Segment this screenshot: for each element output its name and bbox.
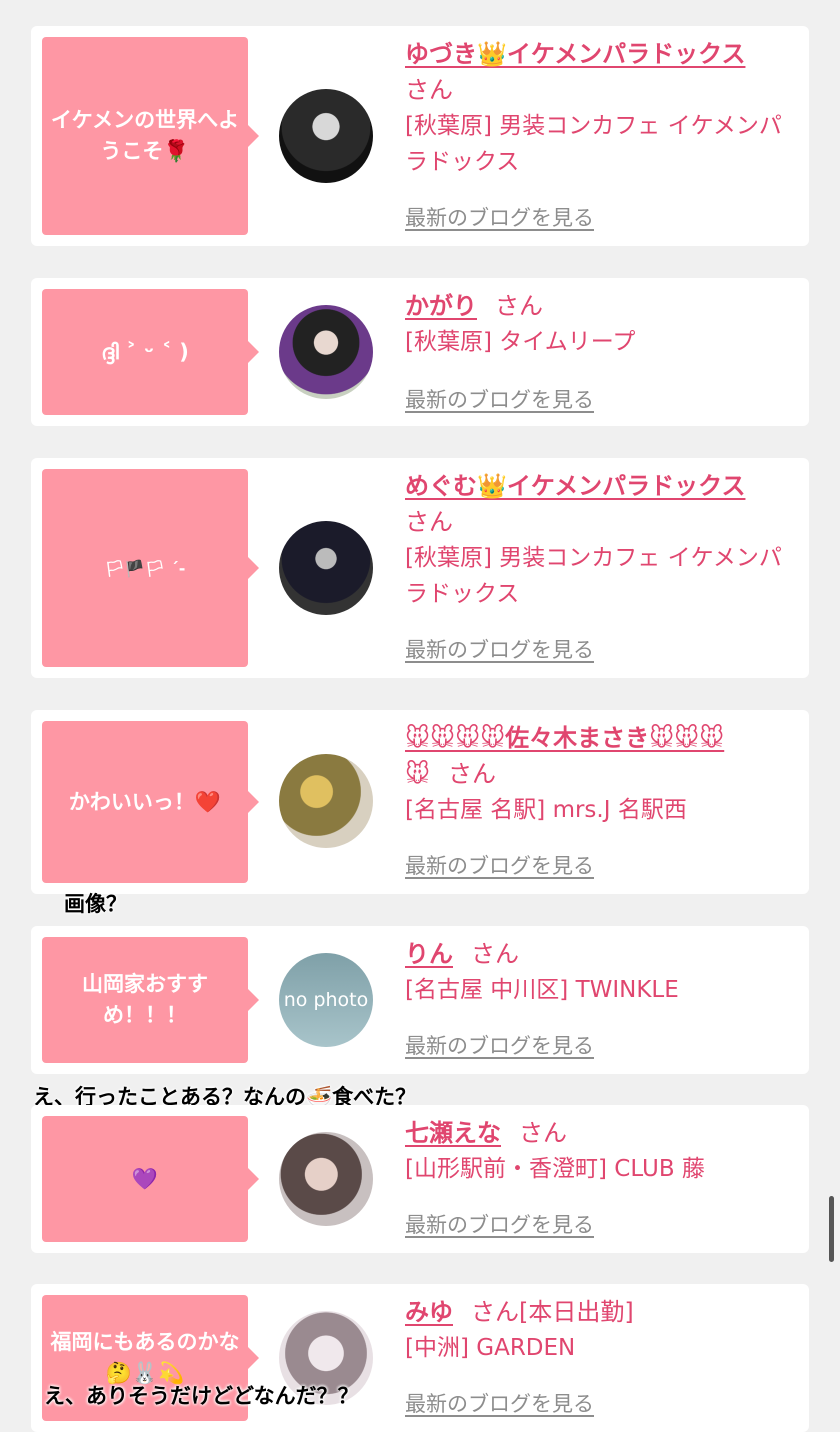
profile-name-link[interactable]: みゆ	[405, 1298, 453, 1326]
latest-blog-link[interactable]: 最新のブログを見る	[405, 1388, 594, 1418]
avatar[interactable]	[279, 89, 373, 183]
honorific: さん	[405, 508, 453, 536]
message-bubble: イケメンの世界へようこそ🌹	[42, 37, 259, 235]
profile-name-link[interactable]: ゆづき👑イケメンパラドックス	[405, 40, 745, 68]
honorific: さん	[448, 760, 497, 788]
latest-blog-link[interactable]: 最新のブログを見る	[405, 1209, 594, 1239]
profile-card: かわいいっ！❤️ 🐭🐭🐭🐭佐々木まさき🐭🐭🐭 🐭 さん [名古屋 名駅] mrs.J…	[31, 710, 809, 894]
avatar[interactable]	[279, 521, 373, 615]
shop-description: [秋葉原] タイムリープ	[405, 329, 636, 355]
honorific: さん	[471, 940, 519, 968]
message-bubble: 山岡家おすすめ！！！	[42, 937, 259, 1063]
honorific: さん[本日出勤]	[471, 1298, 634, 1326]
profile-name-link[interactable]: めぐむ👑イケメンパラドックス	[405, 472, 745, 500]
honorific: さん	[405, 76, 453, 104]
shop-description: [名古屋 名駅] mrs.J 名駅西	[405, 797, 687, 823]
shop-description: [山形駅前・香澄町] CLUB 藤	[405, 1156, 705, 1182]
avatar[interactable]	[279, 754, 373, 848]
avatar[interactable]: no photo	[279, 953, 373, 1047]
honorific: さん	[495, 292, 543, 320]
profile-name-link[interactable]: 七瀬えな	[405, 1119, 501, 1147]
message-bubble: 🏳🏴🏳 ˊ-	[42, 469, 259, 667]
message-bubble: 💜	[42, 1116, 259, 1242]
shop-description: [秋葉原] 男装コンカフェ イケメンパラドックス	[405, 113, 782, 175]
profile-card: 🏳🏴🏳 ˊ- めぐむ👑イケメンパラドックス さん [秋葉原] 男装コンカフェ イケ…	[31, 458, 809, 678]
profile-name-link[interactable]: りん	[405, 940, 453, 968]
scrollbar[interactable]	[829, 1196, 834, 1262]
shop-description: [名古屋 中川区] TWINKLE	[405, 977, 679, 1003]
latest-blog-link[interactable]: 最新のブログを見る	[405, 384, 594, 414]
shop-description: [中洲] GARDEN	[405, 1335, 576, 1361]
profile-card: ദ്ദി ˃ ᵕ ˂ ) かがり さん [秋葉原] タイムリープ 最新のブログを見…	[31, 278, 809, 426]
latest-blog-link[interactable]: 最新のブログを見る	[405, 202, 594, 232]
overlay-caption: 画像？	[64, 892, 127, 916]
profile-name-link[interactable]: 🐭🐭🐭🐭佐々木まさき🐭🐭🐭	[405, 724, 724, 752]
mouse-icon: 🐭	[405, 760, 431, 788]
latest-blog-link[interactable]: 最新のブログを見る	[405, 850, 594, 880]
profile-card: 山岡家おすすめ！！！ no photo りん さん [名古屋 中川区] TWINK…	[31, 926, 809, 1074]
overlay-caption: え、ありそうだけどどなんだ？？	[44, 1384, 359, 1408]
avatar[interactable]	[279, 1132, 373, 1226]
shop-description: [秋葉原] 男装コンカフェ イケメンパラドックス	[405, 545, 782, 607]
profile-card: イケメンの世界へようこそ🌹 ゆづき👑イケメンパラドックス さん [秋葉原] 男装コ…	[31, 26, 809, 246]
no-photo-label: no photo	[283, 989, 369, 1011]
profile-name-link[interactable]: かがり	[405, 292, 477, 320]
honorific: さん	[519, 1119, 567, 1147]
latest-blog-link[interactable]: 最新のブログを見る	[405, 1030, 594, 1060]
latest-blog-link[interactable]: 最新のブログを見る	[405, 634, 594, 664]
message-bubble: かわいいっ！❤️	[42, 721, 259, 883]
profile-card: 💜 七瀬えな さん [山形駅前・香澄町] CLUB 藤 最新のブログを見る	[31, 1105, 809, 1253]
message-bubble: ദ്ദി ˃ ᵕ ˂ )	[42, 289, 259, 415]
avatar[interactable]	[279, 305, 373, 399]
